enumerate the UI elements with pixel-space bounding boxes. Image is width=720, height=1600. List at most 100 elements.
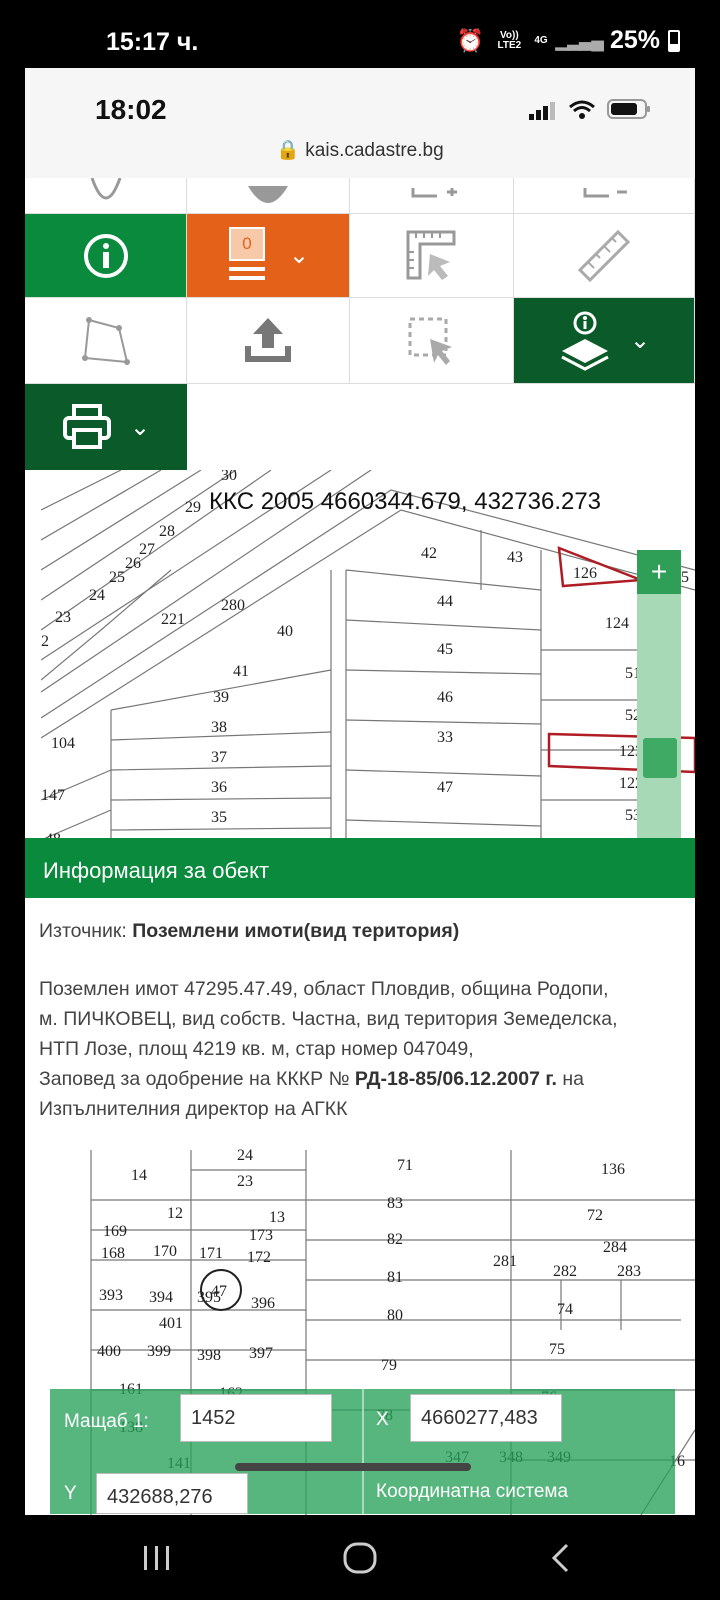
parcel-number: 124: [605, 615, 629, 632]
lock-icon: 🔒: [276, 140, 301, 161]
chevron-down-icon: ⌄: [629, 327, 651, 354]
parcel-number: 172: [247, 1249, 271, 1266]
select-box-icon: [408, 317, 452, 365]
info-line: Поземлен имот 47295.47.49, област Пловди…: [39, 978, 609, 1000]
parcel-number: 36: [211, 779, 227, 796]
parcel-number: 12: [167, 1205, 183, 1222]
polygon-icon: [81, 316, 130, 365]
cell-signal-icon: [529, 102, 557, 120]
parcel-number: 394: [149, 1289, 173, 1306]
parcel-number: 173: [249, 1227, 273, 1244]
parcel-number: 75: [549, 1341, 565, 1358]
parcel-number: 47: [437, 779, 453, 796]
ios-status-icons: [529, 98, 651, 120]
order-number: РД-18-85/06.12.2007 г.: [354, 1068, 557, 1090]
parcel-number: 13: [269, 1209, 285, 1226]
toolbar-hidden-button-2[interactable]: [187, 178, 350, 214]
x-coordinate-input[interactable]: 4660277,483: [410, 1394, 562, 1442]
parcel-number: 25: [109, 569, 125, 586]
print-button[interactable]: ⌄: [25, 384, 187, 470]
android-nav-bar: [0, 1515, 720, 1600]
scale-input[interactable]: 1452: [180, 1394, 332, 1442]
parcel-number: 168: [101, 1245, 125, 1262]
basket-icon: 0: [227, 226, 267, 285]
info-tool-button[interactable]: [25, 214, 187, 298]
os-clock: 15:17 ч.: [106, 28, 199, 56]
map-controls-panel: Мащаб 1: 1452 X 4660277,483 Y 432688,276…: [50, 1389, 675, 1514]
parcel-number: 38: [211, 719, 227, 736]
select-area-button[interactable]: [350, 298, 514, 384]
battery-percent: 25%: [609, 26, 660, 54]
home-icon[interactable]: [343, 1542, 377, 1574]
clock-icon: [90, 177, 121, 199]
parcel-number: 397: [249, 1345, 273, 1362]
parcel-number: 81: [387, 1269, 403, 1286]
parcel-number: 30: [221, 470, 237, 484]
parcel-number: 393: [99, 1287, 123, 1304]
parcel-number: 401: [159, 1315, 183, 1332]
layers-info-icon: [561, 311, 609, 371]
zoom-slider-thumb[interactable]: [643, 738, 677, 778]
measure-area-button[interactable]: [350, 214, 514, 298]
signal-icon: ▁▂▃▄: [555, 30, 604, 50]
home-indicator[interactable]: [235, 1463, 471, 1471]
address-bar[interactable]: 🔒 kais.cadastre.bg: [25, 138, 695, 162]
volte-indicator: Vo)) LTE2: [497, 29, 522, 51]
parcel-number: 35: [211, 809, 227, 826]
source-value: Поземлени имоти(вид територия): [132, 920, 460, 942]
parcel-number: 147: [41, 787, 65, 804]
recent-apps-icon[interactable]: [142, 1545, 172, 1571]
upload-button[interactable]: [187, 298, 350, 384]
parcel-number: 5: [681, 569, 689, 586]
toolbar-hidden-button-1[interactable]: [25, 177, 187, 214]
parcel-number: 41: [233, 663, 249, 680]
parcel-number: 46: [437, 689, 453, 706]
basket-button[interactable]: 0 ⌄: [187, 214, 350, 298]
parcel-number: 23: [237, 1173, 253, 1190]
parcel-number: 23: [55, 609, 71, 626]
add-layer-icon: [411, 187, 457, 197]
ruler-select-icon: [406, 230, 455, 280]
info-dark-icon: [248, 185, 288, 203]
draw-polygon-button[interactable]: [25, 298, 187, 384]
cursor-coordinates: ККС 2005 4660344.679, 432736.273: [209, 488, 602, 515]
parcel-number: 283: [617, 1263, 641, 1280]
toolbar-hidden-button-4[interactable]: [514, 178, 695, 214]
parcel-number: 396: [251, 1295, 275, 1312]
parcel-number: 42: [421, 545, 437, 562]
info-icon: [83, 233, 128, 278]
y-coordinate-input[interactable]: 432688,276: [96, 1473, 248, 1514]
alarm-icon: ⏰: [456, 27, 485, 53]
battery-icon: [668, 29, 680, 52]
parcel-number: 74: [557, 1301, 573, 1318]
parcel-number: 26: [125, 555, 141, 572]
crs-label: Координатна система: [376, 1481, 569, 1502]
chevron-down-icon: ⌄: [288, 242, 310, 269]
toolbar-hidden-button-3[interactable]: [350, 178, 514, 214]
map-toolbar: 0 ⌄ ⌄ ⌄: [25, 177, 695, 470]
parcel-number: 126: [573, 565, 597, 582]
printer-icon: [62, 404, 111, 449]
parcel-number: 171: [199, 1245, 223, 1262]
info-line: НТП Лозе, площ 4219 кв. м, стар номер 04…: [39, 1038, 474, 1060]
info-panel-body: Източник: Поземлени имоти(вид територия)…: [25, 898, 695, 1138]
parcel-number: 280: [221, 597, 245, 614]
parcel-number: 29: [185, 499, 201, 516]
info-line: Изпълнителния директор на АГКК: [39, 1098, 348, 1120]
parcel-number: 33: [437, 729, 453, 746]
measure-distance-button[interactable]: [514, 214, 695, 298]
parcel-number: 39: [213, 689, 229, 706]
back-icon[interactable]: [550, 1543, 570, 1573]
parcel-number: 170: [153, 1243, 177, 1260]
zoom-in-button[interactable]: +: [637, 550, 681, 594]
parcel-number: 44: [437, 593, 453, 610]
url-text: kais.cadastre.bg: [305, 140, 444, 161]
wifi-icon: [569, 100, 595, 119]
os-status-icons: ⏰ Vo)) LTE2 4G ▁▂▃▄ 25%: [457, 26, 680, 55]
parcel-number: 28: [159, 523, 175, 540]
parcel-number: 281: [493, 1253, 517, 1270]
parcel-number: 40: [277, 623, 293, 640]
parcel-number: 71: [397, 1157, 413, 1174]
info-panel-header[interactable]: Информация за обект: [25, 838, 695, 898]
layer-info-button[interactable]: ⌄: [514, 298, 695, 384]
